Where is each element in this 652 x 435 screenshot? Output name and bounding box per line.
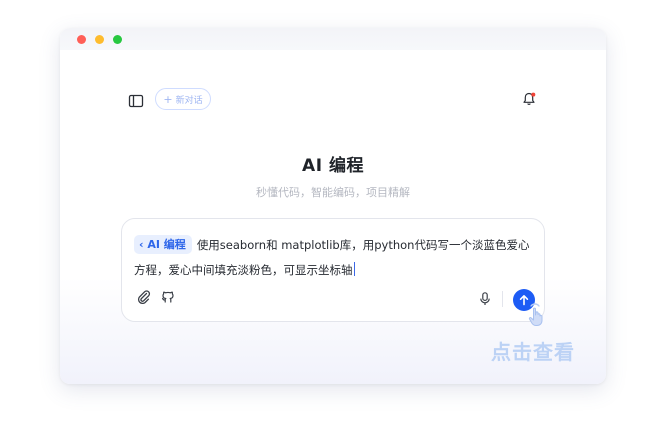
sidebar-toggle-icon[interactable]: [128, 93, 144, 108]
minimize-window-button[interactable]: [95, 35, 104, 44]
mode-tag-label: AI 编程: [147, 238, 186, 251]
page-subtitle: 秒懂代码，智能编码，项目精解: [256, 186, 410, 199]
new-chat-button[interactable]: + 新对话: [155, 88, 211, 110]
prompt-composer[interactable]: ‹ AI 编程 使用seaborn和 matplotlib库，用python代码写…: [121, 218, 545, 322]
maximize-window-button[interactable]: [113, 35, 122, 44]
page-title: AI 编程: [302, 156, 364, 176]
close-window-button[interactable]: [77, 35, 86, 44]
prompt-input[interactable]: ‹ AI 编程 使用seaborn和 matplotlib库，用python代码写…: [134, 233, 536, 283]
prompt-text: 使用seaborn和 matplotlib库，用python代码写一个淡蓝色爱心…: [134, 238, 530, 277]
github-icon[interactable]: [160, 289, 176, 305]
new-chat-label: 新对话: [175, 95, 203, 106]
hand-pointer-icon: [525, 302, 549, 328]
click-to-view-label[interactable]: 点击查看: [491, 336, 575, 365]
app-window: + 新对话 AI 编程 秒懂代码，智能编码，项目精解 ‹ AI 编程 使用seab…: [60, 28, 606, 384]
window-titlebar: [60, 28, 606, 50]
microphone-icon[interactable]: [477, 291, 493, 307]
text-caret: [353, 262, 355, 276]
paperclip-icon[interactable]: [136, 289, 152, 305]
plus-icon: +: [163, 92, 173, 106]
bell-icon[interactable]: [521, 91, 537, 107]
toolbar-divider: [502, 291, 503, 307]
mode-tag[interactable]: ‹ AI 编程: [134, 235, 192, 254]
